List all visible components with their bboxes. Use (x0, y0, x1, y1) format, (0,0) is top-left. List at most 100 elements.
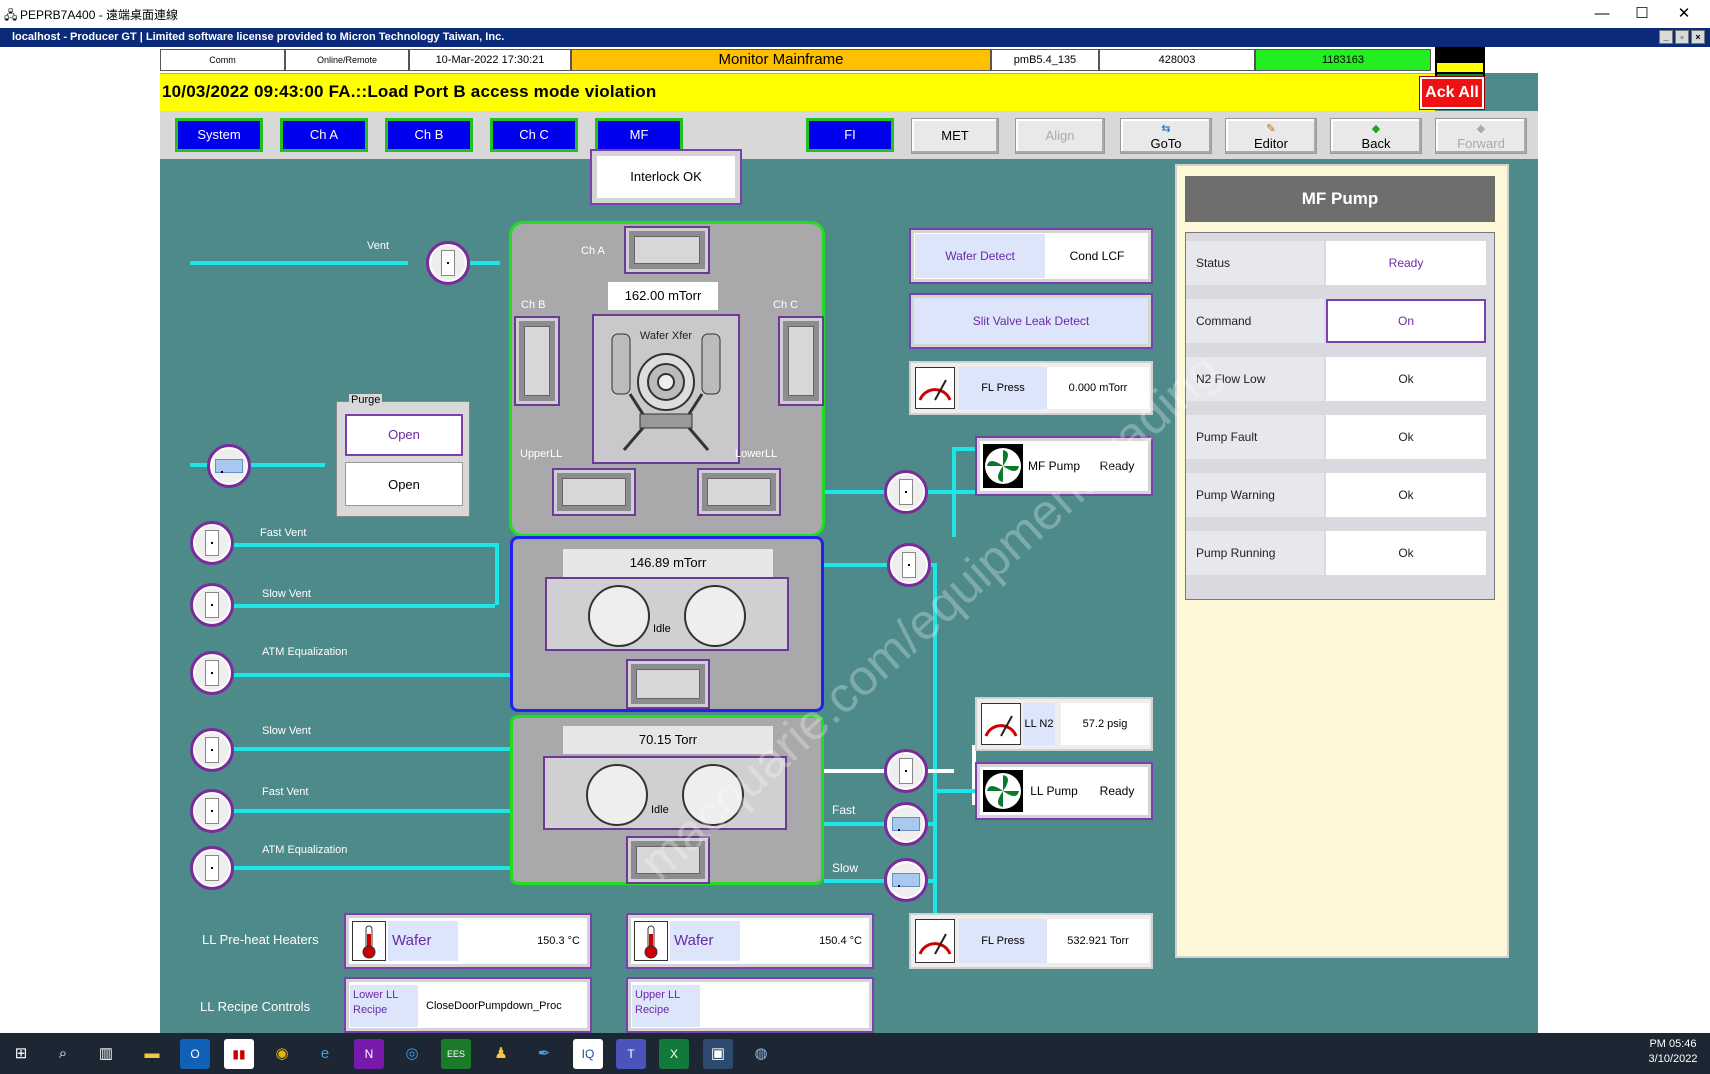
task-view-icon[interactable]: ▥ (91, 1039, 121, 1069)
lower-loadlock: 70.15 Torr Idle (510, 715, 824, 885)
alarm-message[interactable]: 10/03/2022 09:43:00 FA.::Load Port B acc… (162, 82, 656, 102)
recipes-label: LL Recipe Controls (200, 999, 311, 1014)
purge-valve[interactable] (207, 444, 251, 488)
mf-pump-panel: MF Pump Status Ready Command On N2 Flow … (1175, 164, 1509, 958)
lowerll-slit-valve[interactable] (697, 468, 781, 516)
network-app-icon[interactable]: ◍ (746, 1039, 776, 1069)
fast-label: Fast (832, 803, 856, 817)
fast-vent-valve-upper[interactable] (190, 521, 234, 565)
upperll-slit-valve[interactable] (552, 468, 636, 516)
slow-label: Slow (832, 861, 859, 875)
editor-button[interactable]: ✎ Editor (1225, 118, 1317, 154)
lower-ll-recipe[interactable]: Lower LL Recipe CloseDoorPumpdown_Proc (344, 977, 592, 1033)
atm-eq-valve-lower[interactable] (190, 846, 234, 890)
lower-ll-roughing-valve[interactable] (884, 749, 928, 793)
upper-ll-recipe[interactable]: Upper LL Recipe (626, 977, 874, 1033)
purge-open-button-2[interactable]: Open (345, 462, 463, 506)
nav-mf-button[interactable]: MF (595, 118, 683, 152)
status-row: Status Ready (1186, 241, 1494, 285)
ees-icon[interactable]: EES (441, 1039, 471, 1069)
met-button[interactable]: MET (911, 118, 999, 154)
outlook-icon[interactable]: O (180, 1039, 210, 1069)
users-icon[interactable]: ♟ (486, 1039, 516, 1069)
remote-desktop-icon[interactable]: ▣ (703, 1039, 733, 1069)
nav-cha-button[interactable]: Ch A (280, 118, 368, 152)
nav-chb-button[interactable]: Ch B (385, 118, 473, 152)
heaters-label: LL Pre-heat Heaters (202, 932, 319, 947)
chart-app-icon[interactable]: ▮▮ (224, 1039, 254, 1069)
close-button[interactable]: ✕ (1664, 2, 1704, 26)
interlock-status: Interlock OK (590, 149, 742, 205)
ll-n2-value: 57.2 psig (1061, 703, 1149, 745)
cha-slit-valve[interactable] (624, 226, 710, 274)
globe-app-icon[interactable]: ◎ (397, 1039, 427, 1069)
system-clock[interactable]: PM 05:46 3/10/2022 (1640, 1037, 1706, 1067)
iq-icon[interactable]: IQ (573, 1039, 603, 1069)
forward-button[interactable]: ◆ Forward (1435, 118, 1527, 154)
upper-ll-roughing-valve[interactable] (887, 543, 931, 587)
start-icon[interactable]: ⊞ (6, 1039, 36, 1069)
lower-ll-wafer-slots[interactable]: Idle (543, 756, 787, 830)
goto-button[interactable]: ⇆ GoTo (1120, 118, 1212, 154)
nav-chc-button[interactable]: Ch C (490, 118, 578, 152)
slow-pump-valve[interactable] (884, 858, 928, 902)
rdp-close-button[interactable]: × (1691, 30, 1705, 44)
upper-ll-wafer-slots[interactable]: Idle (545, 577, 789, 651)
pump-fault-key: Pump Fault (1186, 415, 1324, 459)
search-icon[interactable]: ⌕ (48, 1039, 78, 1069)
upper-ll-state: Idle (653, 623, 671, 635)
command-toggle[interactable]: On (1326, 299, 1486, 343)
maximize-button[interactable]: ☐ (1622, 2, 1662, 26)
slow-vent-valve-upper[interactable] (190, 583, 234, 627)
nav-system-button[interactable]: System (175, 118, 263, 152)
chc-slit-valve[interactable] (778, 316, 824, 406)
teams-icon[interactable]: T (616, 1039, 646, 1069)
edge-icon[interactable]: e (310, 1039, 340, 1069)
heater-2[interactable]: Wafer 150.4 °C (626, 913, 874, 969)
chrome-icon[interactable]: ◉ (267, 1039, 297, 1069)
mode-indicator: Online/Remote (285, 49, 409, 71)
vent-valve[interactable] (426, 241, 470, 285)
mf-pump-box[interactable]: MF Pump Ready (975, 436, 1153, 496)
purge-open-button-1[interactable]: Open (345, 414, 463, 456)
right-margin (1538, 47, 1710, 1033)
nav-fi-button[interactable]: FI (806, 118, 894, 152)
code-1: 428003 (1099, 49, 1255, 71)
lower-ll-door[interactable] (626, 836, 710, 884)
ack-all-button[interactable]: Ack All (1419, 76, 1485, 110)
fast-pump-valve[interactable] (884, 802, 928, 846)
goto-icon: ⇆ (1161, 123, 1171, 135)
datetime: 10-Mar-2022 17:30:21 (409, 49, 571, 71)
fl-press-1-label: FL Press (959, 367, 1047, 409)
wafer-xfer-robot[interactable]: Wafer Xfer (592, 314, 740, 464)
slit-valve-leak-detect[interactable]: Slit Valve Leak Detect (909, 293, 1153, 349)
ll-pump-box[interactable]: LL Pump Ready (975, 762, 1153, 820)
upper-ll-recipe-label: Upper LL Recipe (632, 985, 700, 1027)
excel-icon[interactable]: X (659, 1039, 689, 1069)
slow-vent-label-upper: Slow Vent (262, 588, 311, 600)
fast-vent-valve-lower[interactable] (190, 789, 234, 833)
align-button[interactable]: Align (1015, 118, 1105, 154)
forward-arrow-icon: ◆ (1476, 123, 1486, 135)
minimize-button[interactable]: — (1582, 2, 1622, 26)
file-explorer-icon[interactable]: ▬ (137, 1039, 167, 1069)
lower-ll-recipe-value: CloseDoorPumpdown_Proc (426, 1000, 562, 1012)
onenote-icon[interactable]: N (354, 1039, 384, 1069)
upper-ll-door[interactable] (626, 659, 710, 709)
pump-warning-value: Ok (1326, 473, 1486, 517)
slow-vent-label-lower: Slow Vent (262, 725, 311, 737)
n2-flow-row: N2 Flow Low Ok (1186, 357, 1494, 401)
feather-icon[interactable]: ✒ (529, 1039, 559, 1069)
back-button[interactable]: ◆ Back (1330, 118, 1422, 154)
windows-taskbar: ⊞ ⌕ ▥ ▬ O ▮▮ ◉ e N ◎ EES ♟ ✒ IQ T X ▣ ◍ … (0, 1033, 1710, 1074)
atm-eq-valve-upper[interactable] (190, 651, 234, 695)
mf-pump-label: MF Pump (1027, 459, 1080, 473)
heater-1[interactable]: Wafer 150.3 °C (344, 913, 592, 969)
tm-roughing-valve[interactable] (884, 470, 928, 514)
rdp-restore-button[interactable]: ▫ (1675, 30, 1689, 44)
purge-title: Purge (349, 394, 383, 406)
rdp-minimize-button[interactable]: _ (1659, 30, 1673, 44)
chb-slit-valve[interactable] (514, 316, 560, 406)
upper-loadlock: 146.89 mTorr Idle (510, 536, 824, 712)
slow-vent-valve-lower[interactable] (190, 728, 234, 772)
